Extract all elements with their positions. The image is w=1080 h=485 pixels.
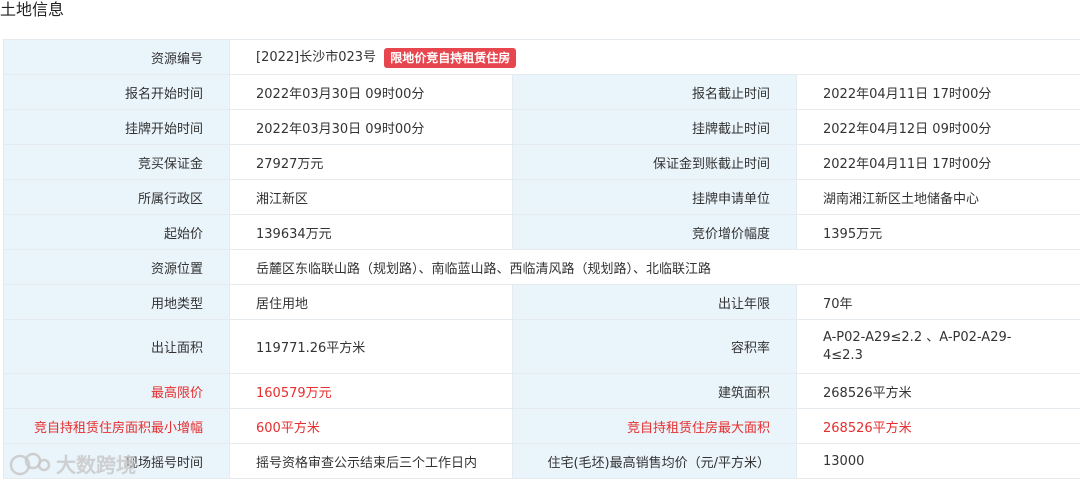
land-info-table: 资源编号 [2022]长沙市023号 限地价竞自持租赁住房 报名开始时间 202…	[3, 39, 1080, 479]
table-row: 用地类型 居住用地 出让年限 70年	[3, 284, 1080, 320]
rental-min-increment-value: 600平方米	[229, 408, 513, 444]
rental-max-area-label: 竞自持租赁住房最大面积	[512, 408, 797, 444]
max-price-value: 160579万元	[229, 373, 513, 409]
applicant-value: 湖南湘江新区土地储备中心	[796, 179, 1080, 215]
table-row: 资源编号 [2022]长沙市023号 限地价竞自持租赁住房	[3, 39, 1080, 75]
building-area-label: 建筑面积	[512, 373, 797, 409]
table-row: 报名开始时间 2022年03月30日 09时00分 报名截止时间 2022年04…	[3, 74, 1080, 110]
table-row: 出让面积 119771.26平方米 容积率 A-P02-A29≤2.2 、A-P…	[3, 319, 1080, 374]
land-area-value: 119771.26平方米	[229, 319, 513, 374]
bid-increment-label: 竞价增价幅度	[512, 214, 797, 250]
land-use-value: 居住用地	[229, 284, 513, 320]
deposit-value: 27927万元	[229, 144, 513, 180]
deposit-deadline-value: 2022年04月11日 17时00分	[796, 144, 1080, 180]
listing-end-value: 2022年04月12日 09时00分	[796, 109, 1080, 145]
table-row: 竞买保证金 27927万元 保证金到账截止时间 2022年04月11日 17时0…	[3, 144, 1080, 180]
applicant-label: 挂牌申请单位	[512, 179, 797, 215]
land-use-label: 用地类型	[3, 284, 230, 320]
max-sale-price-label: 住宅(毛坯)最高销售均价（元/平方米）	[512, 443, 797, 479]
start-price-value: 139634万元	[229, 214, 513, 250]
listing-start-value: 2022年03月30日 09时00分	[229, 109, 513, 145]
bid-increment-value: 1395万元	[796, 214, 1080, 250]
rental-min-increment-label: 竞自持租赁住房面积最小增幅	[3, 408, 230, 444]
table-row: 现场摇号时间 摇号资格审查公示结束后三个工作日内 住宅(毛坯)最高销售均价（元/…	[3, 443, 1080, 479]
table-row: 挂牌开始时间 2022年03月30日 09时00分 挂牌截止时间 2022年04…	[3, 109, 1080, 145]
table-row: 最高限价 160579万元 建筑面积 268526平方米	[3, 373, 1080, 409]
signup-end-value: 2022年04月11日 17时00分	[796, 74, 1080, 110]
resource-id-text: [2022]长沙市023号	[256, 50, 377, 66]
lease-term-value: 70年	[796, 284, 1080, 320]
section-title: 土地信息	[0, 0, 65, 19]
deposit-deadline-label: 保证金到账截止时间	[512, 144, 797, 180]
max-sale-price-value: 13000	[796, 443, 1080, 479]
lottery-time-label: 现场摇号时间	[3, 443, 230, 479]
land-price-limit-badge: 限地价竞自持租赁住房	[384, 47, 517, 68]
lease-term-label: 出让年限	[512, 284, 797, 320]
land-area-label: 出让面积	[3, 319, 230, 374]
table-row: 起始价 139634万元 竞价增价幅度 1395万元	[3, 214, 1080, 250]
signup-start-value: 2022年03月30日 09时00分	[229, 74, 513, 110]
max-price-label: 最高限价	[3, 373, 230, 409]
listing-start-label: 挂牌开始时间	[3, 109, 230, 145]
district-value: 湘江新区	[229, 179, 513, 215]
table-row: 所属行政区 湘江新区 挂牌申请单位 湖南湘江新区土地储备中心	[3, 179, 1080, 215]
signup-end-label: 报名截止时间	[512, 74, 797, 110]
building-area-value: 268526平方米	[796, 373, 1080, 409]
plot-ratio-value: A-P02-A29≤2.2 、A-P02-A29-4≤2.3	[796, 319, 1080, 374]
table-row: 资源位置 岳麓区东临联山路（规划路）、南临蓝山路、西临清风路（规划路）、北临联江…	[3, 249, 1080, 285]
resource-id-value: [2022]长沙市023号 限地价竞自持租赁住房	[229, 39, 1080, 75]
signup-start-label: 报名开始时间	[3, 74, 230, 110]
district-label: 所属行政区	[3, 179, 230, 215]
location-label: 资源位置	[3, 249, 230, 285]
table-row: 竞自持租赁住房面积最小增幅 600平方米 竞自持租赁住房最大面积 268526平…	[3, 408, 1080, 444]
plot-ratio-label: 容积率	[512, 319, 797, 374]
listing-end-label: 挂牌截止时间	[512, 109, 797, 145]
rental-max-area-value: 268526平方米	[796, 408, 1080, 444]
lottery-time-value: 摇号资格审查公示结束后三个工作日内	[229, 443, 513, 479]
resource-id-label: 资源编号	[3, 39, 230, 75]
location-value: 岳麓区东临联山路（规划路）、南临蓝山路、西临清风路（规划路）、北临联江路	[229, 249, 1080, 285]
start-price-label: 起始价	[3, 214, 230, 250]
deposit-label: 竞买保证金	[3, 144, 230, 180]
